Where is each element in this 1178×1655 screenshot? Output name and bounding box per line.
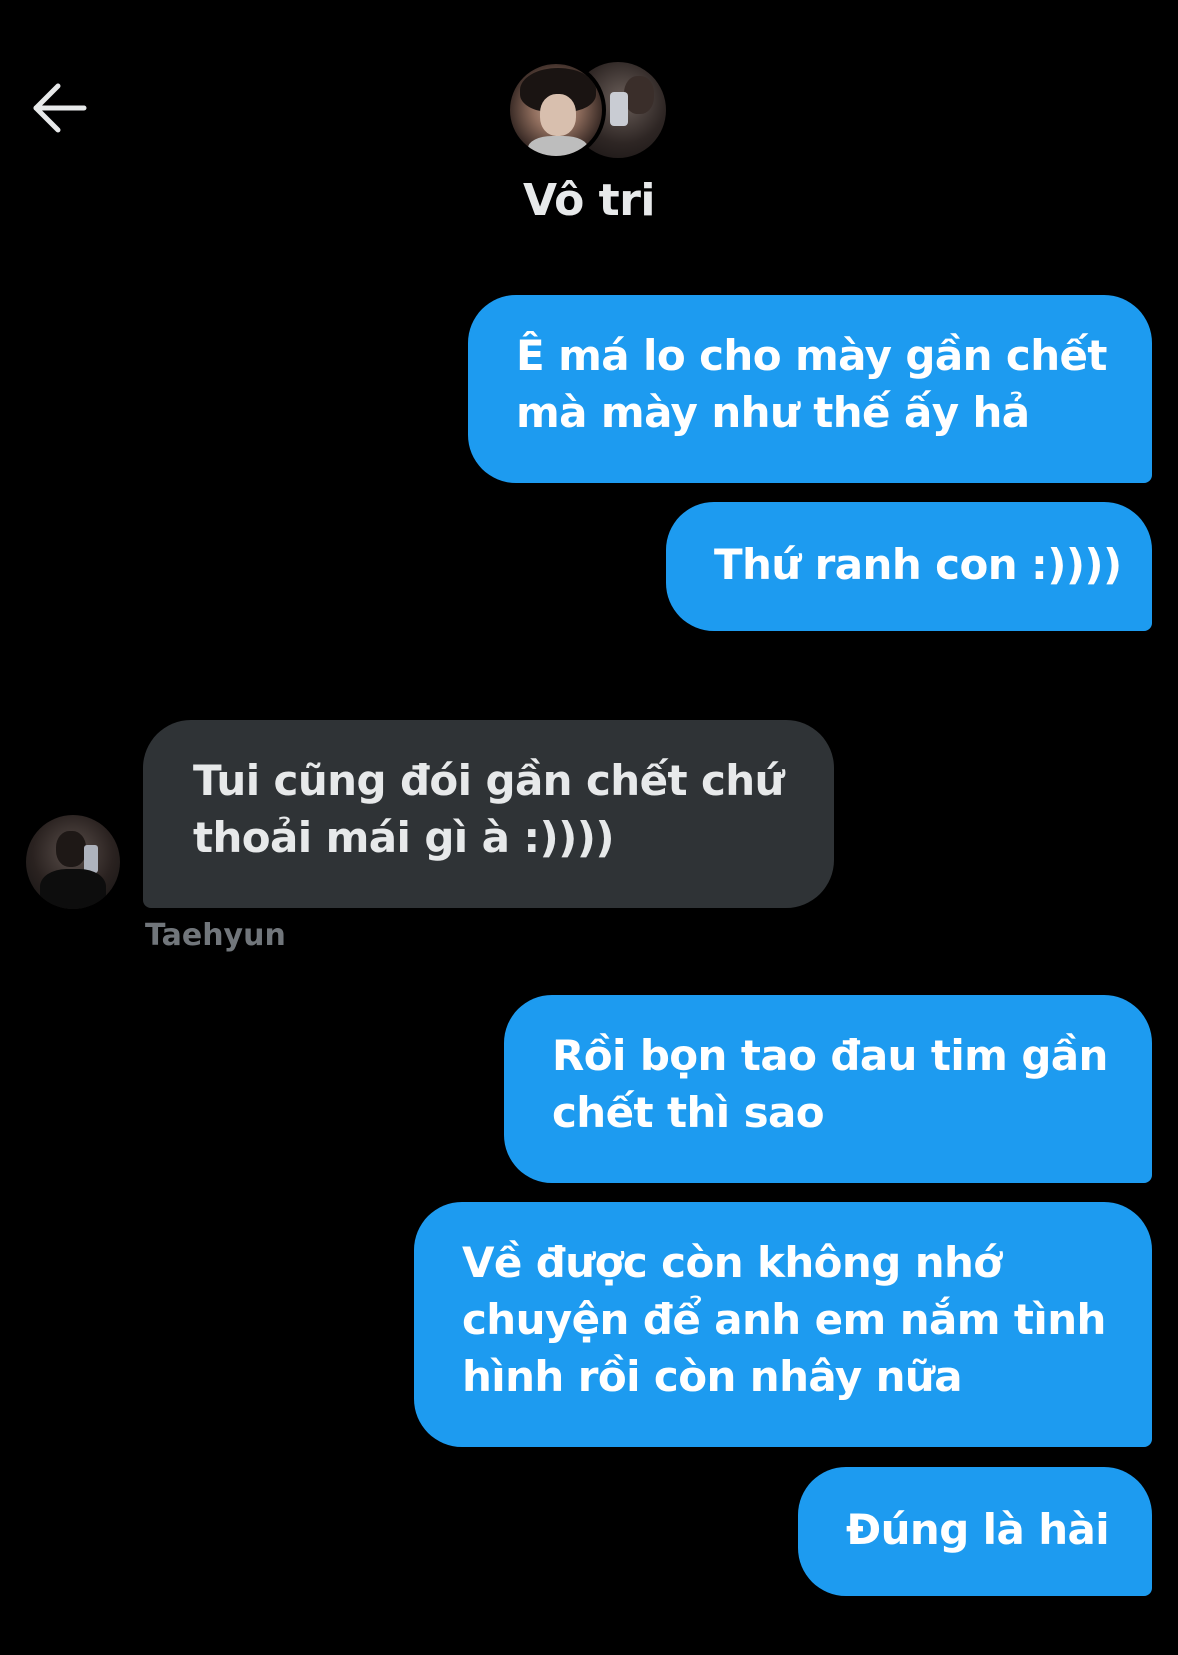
message-text: Tui cũng đói gần chết chứ thoải mái gì à… bbox=[193, 756, 784, 862]
sender-avatar[interactable] bbox=[26, 815, 120, 909]
arrow-left-icon bbox=[33, 83, 87, 133]
sender-name: Taehyun bbox=[145, 918, 286, 953]
back-button[interactable] bbox=[30, 80, 94, 136]
message-bubble-sent[interactable]: Rồi bọn tao đau tim gần chết thì sao bbox=[504, 995, 1152, 1183]
message-text: Rồi bọn tao đau tim gần chết thì sao bbox=[552, 1031, 1108, 1137]
message-text: Về được còn không nhớ chuyện để anh em n… bbox=[462, 1238, 1106, 1401]
message-text: Đúng là hài bbox=[846, 1505, 1110, 1554]
member-avatar-1 bbox=[506, 60, 606, 160]
message-bubble-sent[interactable]: Đúng là hài bbox=[798, 1467, 1152, 1596]
message-text: Thứ ranh con :)))) bbox=[714, 540, 1122, 589]
conversation-title[interactable]: Vô tri bbox=[400, 175, 778, 226]
group-avatar[interactable] bbox=[506, 60, 670, 160]
message-bubble-sent[interactable]: Ê má lo cho mày gần chết mà mày như thế … bbox=[468, 295, 1152, 483]
message-bubble-sent[interactable]: Về được còn không nhớ chuyện để anh em n… bbox=[414, 1202, 1152, 1447]
message-bubble-received[interactable]: Tui cũng đói gần chết chứ thoải mái gì à… bbox=[143, 720, 834, 908]
message-bubble-sent[interactable]: Thứ ranh con :)))) bbox=[666, 502, 1152, 631]
message-text: Ê má lo cho mày gần chết mà mày như thế … bbox=[516, 331, 1107, 437]
